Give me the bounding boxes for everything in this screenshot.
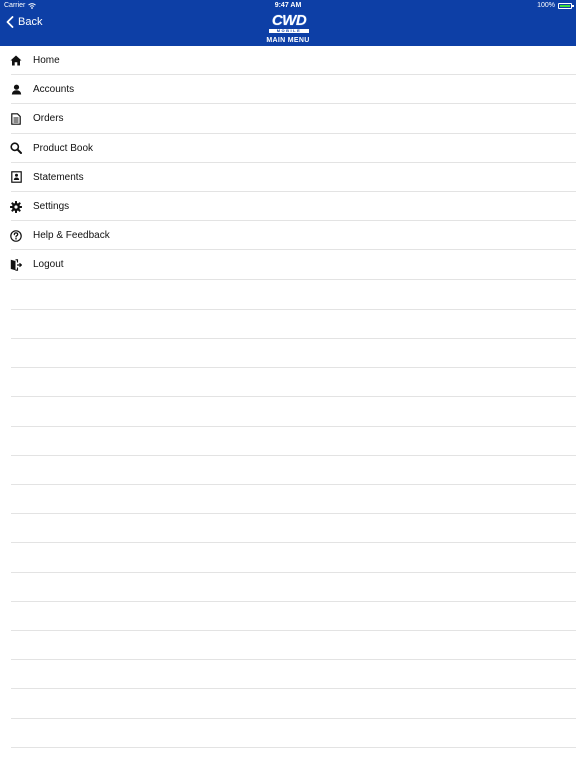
status-bar: Carrier 9:47 AM 100% bbox=[0, 0, 576, 12]
row-separator bbox=[11, 601, 576, 602]
back-button[interactable]: Back bbox=[6, 16, 42, 28]
menu-item-label: Home bbox=[33, 55, 60, 67]
row-separator bbox=[11, 396, 576, 397]
logo-text: CWD bbox=[271, 12, 307, 29]
row-separator bbox=[11, 572, 576, 573]
help-icon bbox=[10, 229, 22, 242]
menu-item-statements[interactable]: Statements bbox=[0, 163, 576, 193]
back-label: Back bbox=[18, 16, 43, 28]
row-separator bbox=[11, 542, 576, 543]
menu-item-settings[interactable]: Settings bbox=[0, 192, 576, 222]
logout-icon bbox=[10, 259, 22, 271]
menu-item-label: Settings bbox=[33, 201, 70, 213]
battery-indicator: 100% bbox=[537, 0, 574, 12]
row-separator bbox=[11, 309, 576, 310]
menu-item-label: Product Book bbox=[33, 142, 94, 154]
menu-item-home[interactable]: Home bbox=[0, 46, 576, 76]
status-time: 9:47 AM bbox=[274, 2, 302, 9]
menu-item-label: Logout bbox=[33, 259, 64, 271]
row-separator bbox=[11, 455, 576, 456]
menu-item-label: Orders bbox=[33, 113, 64, 125]
page-title: MAIN MENU bbox=[266, 37, 310, 44]
menu-item-label: Statements bbox=[33, 171, 84, 183]
row-separator bbox=[11, 338, 576, 339]
menu-item-help-feedback[interactable]: Help & Feedback bbox=[0, 221, 576, 251]
menu-item-accounts[interactable]: Accounts bbox=[0, 75, 576, 105]
battery-icon bbox=[558, 3, 574, 9]
battery-fill bbox=[560, 5, 570, 7]
person-icon bbox=[10, 84, 22, 96]
row-separator bbox=[11, 630, 576, 631]
battery-percent: 100% bbox=[537, 2, 555, 9]
search-icon bbox=[10, 142, 22, 155]
menu-item-label: Accounts bbox=[33, 84, 75, 96]
chevron-left-icon bbox=[6, 16, 14, 28]
row-separator bbox=[11, 367, 576, 368]
menu-item-label: Help & Feedback bbox=[33, 230, 110, 242]
row-separator bbox=[11, 688, 576, 689]
logo-subtext: MOBILE bbox=[269, 29, 309, 33]
row-separator bbox=[11, 484, 576, 485]
row-separator bbox=[11, 426, 576, 427]
main-menu: Home Accounts Orders Product Book Statem… bbox=[0, 46, 576, 280]
gear-icon bbox=[10, 200, 22, 213]
statement-icon bbox=[10, 171, 22, 184]
navigation-bar: Back CWD MOBILE MAIN MENU bbox=[0, 12, 576, 46]
row-separator bbox=[11, 747, 576, 748]
document-icon bbox=[10, 113, 22, 125]
row-separator bbox=[11, 718, 576, 719]
menu-item-orders[interactable]: Orders bbox=[0, 104, 576, 134]
menu-item-logout[interactable]: Logout bbox=[0, 250, 576, 280]
menu-item-product-book[interactable]: Product Book bbox=[0, 134, 576, 163]
cwd-logo: CWD MOBILE bbox=[268, 12, 310, 34]
row-separator bbox=[11, 513, 576, 514]
row-separator bbox=[11, 659, 576, 660]
home-icon bbox=[10, 55, 22, 67]
